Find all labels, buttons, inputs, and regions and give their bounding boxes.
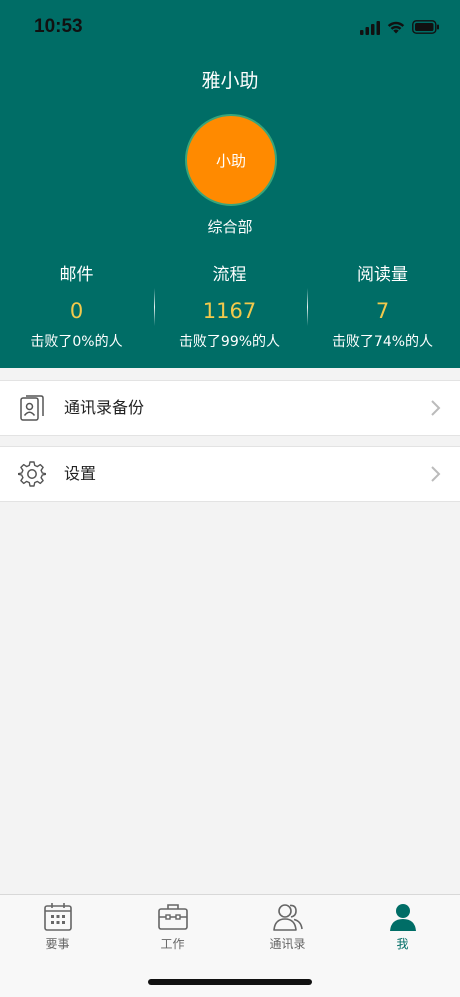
tab-label: 工作 (160, 937, 185, 951)
menu-item-label: 通讯录备份 (64, 398, 145, 417)
stat-rank: 击败了0%的人 (30, 334, 123, 350)
stat-label: 邮件 (59, 265, 94, 285)
contacts-icon (272, 904, 303, 931)
menu-item-contact-backup[interactable]: 通讯录备份 (0, 380, 460, 436)
calendar-icon (43, 903, 72, 931)
cellular-signal-icon (360, 21, 380, 35)
stat-process[interactable]: 流程 1167 击败了99%的人 (153, 262, 306, 352)
contact-backup-icon (20, 395, 44, 421)
stat-reading[interactable]: 阅读量 7 击败了74%的人 (306, 262, 459, 352)
briefcase-icon (157, 904, 188, 930)
stat-value: 7 (375, 299, 390, 323)
gear-icon (18, 461, 46, 487)
stat-value: 1167 (202, 299, 257, 323)
status-icons (360, 18, 440, 38)
status-time: 10:53 (34, 16, 83, 37)
stat-rank: 击败了99%的人 (178, 334, 281, 350)
status-bar: 10:53 (0, 0, 460, 56)
tab-label: 我 (396, 937, 409, 951)
stat-label: 阅读量 (357, 265, 408, 285)
stat-mail[interactable]: 邮件 0 击败了0%的人 (0, 262, 153, 352)
battery-icon (412, 20, 439, 34)
stat-value: 0 (69, 299, 84, 323)
chevron-right-icon (431, 400, 441, 416)
tab-label: 通讯录 (269, 937, 306, 951)
menu-item-settings[interactable]: 设置 (0, 446, 460, 502)
tab-me[interactable]: 我 (345, 901, 460, 955)
profile-name: 雅小助 (201, 70, 259, 92)
chevron-right-icon (431, 466, 441, 482)
home-indicator (148, 979, 312, 985)
avatar-text: 小助 (215, 151, 246, 170)
tab-important[interactable]: 要事 (0, 901, 115, 955)
wifi-icon (387, 21, 405, 34)
tab-contacts[interactable]: 通讯录 (230, 901, 345, 955)
stat-label: 流程 (212, 265, 247, 285)
tab-label: 要事 (45, 937, 70, 951)
department-label: 综合部 (207, 218, 253, 236)
stat-rank: 击败了74%的人 (331, 334, 434, 350)
tab-work[interactable]: 工作 (115, 901, 230, 955)
person-icon (389, 904, 416, 931)
menu-item-label: 设置 (64, 464, 97, 483)
avatar[interactable]: 小助 (185, 114, 277, 206)
